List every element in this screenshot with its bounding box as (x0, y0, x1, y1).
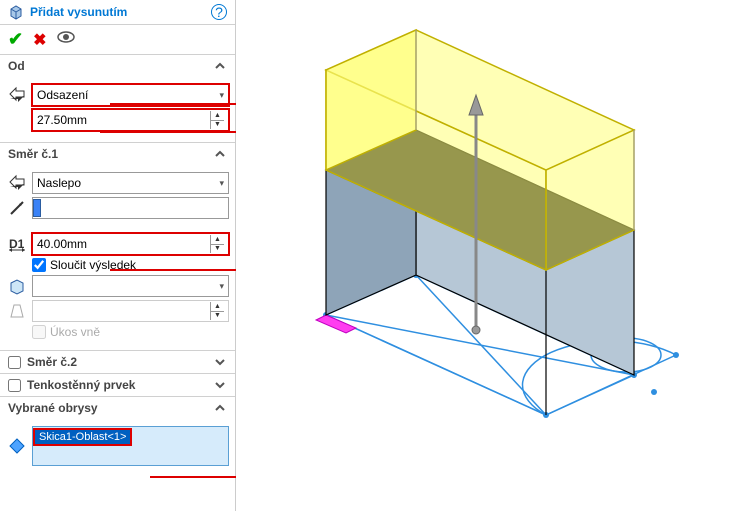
property-panel: Přidat vysunutím ? ✔ ✖ Od Odsazení ▾ 27.… (0, 0, 236, 511)
chevron-up-icon (213, 147, 227, 161)
panel-title: Přidat vysunutím (30, 5, 205, 19)
section-od-header[interactable]: Od (0, 55, 235, 77)
section-contours-header[interactable]: Vybrané obrysy (0, 397, 235, 419)
offset-distance-input[interactable]: 27.50mm ▲▼ (32, 109, 229, 131)
chevron-down-icon (213, 355, 227, 369)
reverse-direction-icon[interactable] (6, 172, 28, 194)
cancel-button[interactable]: ✖ (33, 30, 46, 50)
depth-icon: D1 (6, 233, 28, 255)
draft-icon[interactable] (6, 300, 28, 322)
scope-body-icon[interactable] (6, 275, 28, 297)
draft-spinner[interactable]: ▲▼ (210, 302, 224, 320)
section-dir1-body: Naslepo ▾ D1 40.00mm ▲▼ Sloučit výslede (0, 165, 235, 351)
draft-angle-input[interactable]: ▲▼ (32, 300, 229, 322)
chevron-down-icon: ▾ (219, 90, 224, 101)
contour-item[interactable]: Skica1-Oblast<1> (35, 430, 130, 444)
chevron-down-icon: ▾ (219, 281, 228, 292)
direction-vector-icon[interactable] (6, 197, 28, 219)
section-dir1-label: Směr č.1 (8, 147, 213, 161)
section-contours-label: Vybrané obrysy (8, 401, 213, 415)
chevron-down-icon: ▾ (219, 178, 224, 189)
action-row: ✔ ✖ (0, 25, 235, 55)
depth-value: 40.00mm (37, 237, 87, 251)
from-mode-value: Odsazení (37, 88, 88, 102)
contour-icon (6, 435, 28, 457)
section-contours-body: Skica1-Oblast<1> (0, 419, 235, 477)
chevron-up-icon (213, 59, 227, 73)
section-dir2-label: Směr č.2 (27, 355, 207, 369)
draft-outward-row: Úkos vně (6, 325, 229, 339)
ok-button[interactable]: ✔ (8, 29, 23, 50)
reverse-direction-icon[interactable] (6, 84, 28, 106)
end-condition-value: Naslepo (37, 176, 81, 190)
chevron-down-icon (213, 378, 227, 392)
section-dir1-header[interactable]: Směr č.1 (0, 143, 235, 165)
chevron-up-icon (213, 401, 227, 415)
help-icon[interactable]: ? (211, 4, 227, 20)
contours-listbox[interactable]: Skica1-Oblast<1> (32, 426, 229, 466)
dir2-enable-checkbox[interactable] (8, 356, 21, 369)
section-od-label: Od (8, 59, 213, 73)
thin-enable-checkbox[interactable] (8, 379, 21, 392)
panel-header: Přidat vysunutím ? (0, 0, 235, 25)
preview-button[interactable] (57, 30, 75, 49)
offset-spinner[interactable]: ▲▼ (210, 111, 224, 129)
offset-distance-value: 27.50mm (37, 113, 87, 127)
draft-outward-checkbox (32, 325, 46, 339)
depth-input[interactable]: 40.00mm ▲▼ (32, 233, 229, 255)
draft-outward-label: Úkos vně (50, 325, 100, 339)
section-dir2-header[interactable]: Směr č.2 (0, 351, 235, 374)
extrude-icon (8, 4, 24, 20)
selection-indicator (33, 199, 41, 217)
depth-spinner[interactable]: ▲▼ (210, 235, 224, 253)
end-condition-dropdown[interactable]: Naslepo ▾ (32, 172, 229, 194)
scope-body-dropdown[interactable]: ▾ (32, 275, 229, 297)
graphics-viewport[interactable] (236, 0, 750, 511)
section-od-body: Odsazení ▾ 27.50mm ▲▼ (0, 77, 235, 143)
section-thin-label: Tenkostěnný prvek (27, 378, 207, 392)
direction-selection-box[interactable] (32, 197, 229, 219)
section-thin-header[interactable]: Tenkostěnný prvek (0, 374, 235, 397)
merge-result-checkbox[interactable] (32, 258, 46, 272)
